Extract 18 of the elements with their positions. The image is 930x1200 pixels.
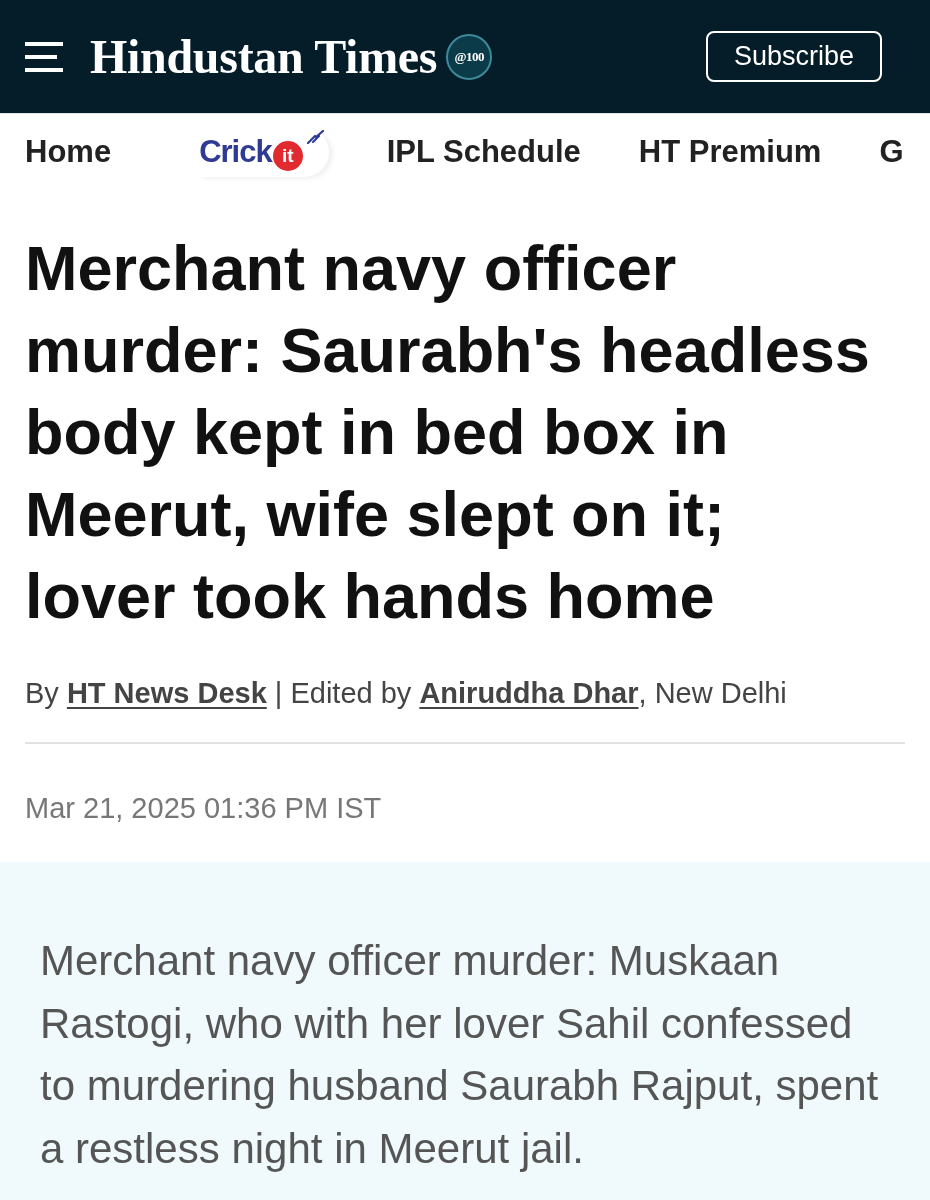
byline: By HT News Desk | Edited by Aniruddha Dhar, New Delhi (25, 676, 788, 711)
article-headline: Merchant navy officer murder: Saurabh's headless body kept in bed box in Meerut, wife slept on it; lover took hands home (25, 232, 871, 633)
menu-button[interactable] (25, 41, 63, 72)
nav-link[interactable]: IPL Schedule (386, 134, 581, 170)
nav-link[interactable]: Home (25, 134, 112, 170)
author-link[interactable]: HT News Desk (66, 677, 267, 709)
anniversary-badge: @100 (446, 33, 493, 80)
menu-icon (25, 41, 63, 72)
publish-date: Mar 21, 2025 01:36 PM IST (25, 791, 383, 826)
article-summary: Merchant navy officer murder: Muskaan Rastogi, who with her lover Sahil confessed to murdering husband Saurabh Rajput, spent a restless night in Meerut jail. (40, 936, 880, 1174)
editor-link[interactable]: Aniruddha Dhar (419, 677, 639, 709)
subscribe-button[interactable]: Subscribe (706, 31, 882, 82)
site-logo[interactable]: Hindustan Times (90, 32, 438, 81)
speed-lines-icon (305, 130, 324, 144)
nav-link[interactable]: HT Premium (638, 134, 822, 170)
crickit-link[interactable]: Crick it (199, 127, 329, 177)
logo-badge: it (272, 141, 303, 171)
nav-link[interactable]: G (879, 134, 904, 170)
